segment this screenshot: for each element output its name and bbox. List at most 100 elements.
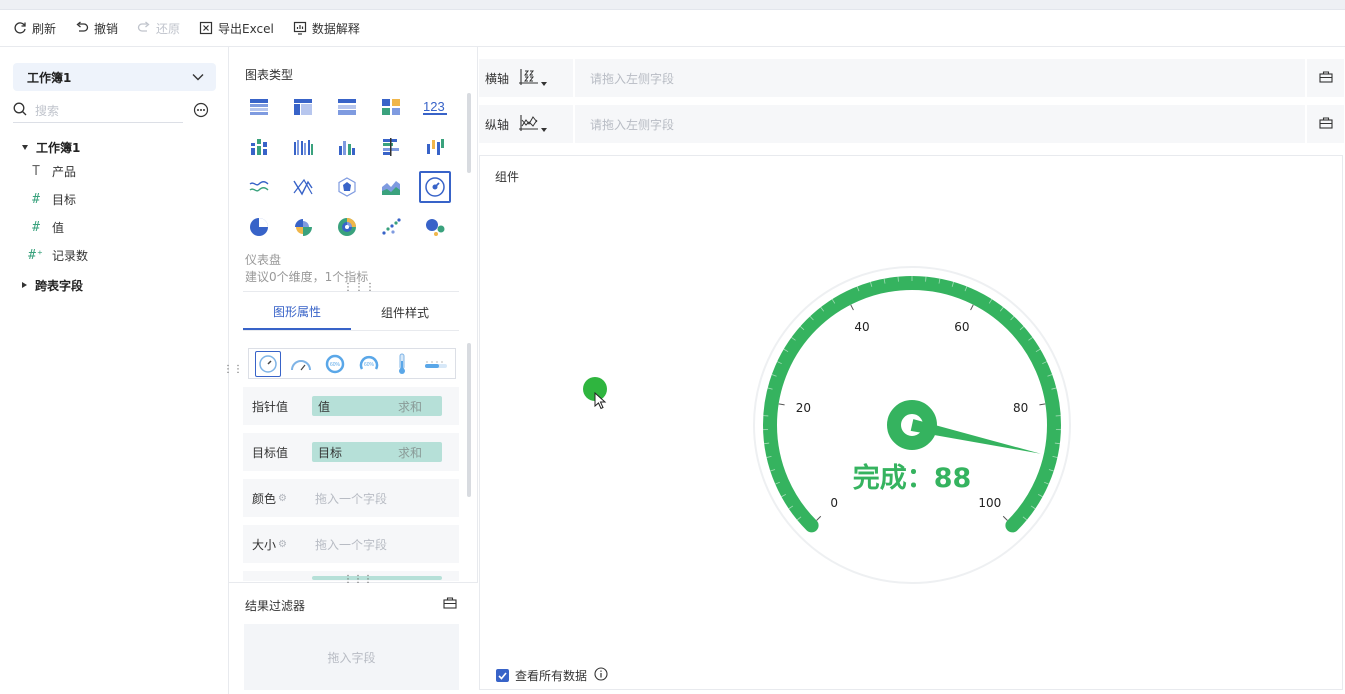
filter-drop-zone[interactable]: 拖入字段	[244, 624, 459, 690]
svg-text:123: 123	[423, 99, 445, 114]
window-top-strip	[0, 0, 1345, 10]
gauge-tick-label: 40	[854, 320, 869, 334]
color-slot[interactable]: 颜色 ⚙ 拖入一个字段	[243, 479, 459, 517]
tab-graphic-properties[interactable]: 图形属性	[243, 295, 351, 330]
chart-type-horizontal-bar-icon[interactable]	[375, 131, 407, 163]
info-icon[interactable]	[594, 667, 608, 684]
pointer-value-field-pill[interactable]: 值 求和	[312, 396, 442, 416]
size-slot[interactable]: 大小 ⚙ 拖入一个字段	[243, 525, 459, 563]
gauge-style-3-icon[interactable]: 60%	[322, 351, 348, 377]
chart-type-scrollbar[interactable]	[467, 93, 471, 173]
property-scrollbar[interactable]	[467, 343, 471, 497]
y-axis-icon[interactable]	[519, 114, 539, 135]
search-icon	[13, 102, 27, 119]
target-value-label: 目标值	[252, 445, 289, 460]
chart-type-cross-table-icon[interactable]	[287, 91, 319, 123]
chart-type-bubble-icon[interactable]	[419, 211, 451, 243]
x-axis-toolbox-button[interactable]	[1307, 59, 1344, 97]
field-item[interactable]: T 产品	[22, 157, 222, 185]
section-divider	[243, 291, 459, 292]
settings-gear-icon[interactable]: ⚙	[278, 539, 287, 550]
redo-button[interactable]: 还原	[136, 20, 180, 37]
x-axis-icon[interactable]	[519, 68, 539, 89]
gauge-style-1-icon[interactable]	[254, 350, 281, 377]
chart-type-scatter-icon[interactable]	[375, 211, 407, 243]
chart-type-stacked-bar-icon[interactable]	[243, 131, 275, 163]
chart-type-radar-icon[interactable]	[331, 171, 363, 203]
field-item[interactable]: # 值	[22, 213, 222, 241]
mouse-cursor-icon	[594, 392, 607, 410]
export-label: 导出Excel	[218, 21, 274, 36]
thermometer-style-icon[interactable]	[389, 351, 415, 377]
refresh-button[interactable]: 刷新	[12, 20, 56, 37]
slot-style-icon[interactable]	[423, 351, 449, 377]
x-axis-caret-icon[interactable]	[541, 82, 548, 86]
y-axis-caret-icon[interactable]	[541, 128, 548, 132]
x-axis-drop-zone[interactable]: 请拖入左侧字段	[575, 59, 1305, 97]
field-name: 产品	[52, 164, 77, 179]
component-canvas[interactable]: 组件 0 20 40 60 80 100 完成：88 查看所有数据	[479, 155, 1343, 690]
chart-type-area-icon[interactable]	[375, 171, 407, 203]
left-resize-handle[interactable]: ⋮⋮	[223, 365, 243, 375]
target-field-agg: 求和	[397, 445, 422, 460]
gauge-tick-label: 20	[796, 401, 811, 415]
y-axis-drop-zone[interactable]: 请拖入左侧字段	[575, 105, 1305, 143]
pointer-value-slot[interactable]: 指针值 值 求和	[243, 387, 459, 425]
chart-type-detail-table-icon[interactable]	[331, 91, 363, 123]
chart-type-wave-line-icon[interactable]	[243, 171, 275, 203]
chart-type-kpi-card-icon[interactable]	[375, 91, 407, 123]
workbook-select[interactable]: 工作簿1	[13, 63, 216, 91]
settings-gear-icon[interactable]: ⚙	[278, 493, 287, 504]
chart-type-grouped-bar-icon[interactable]	[287, 131, 319, 163]
filter-resize-handle[interactable]: ⋮⋮⋮	[343, 575, 373, 585]
toolbox-icon[interactable]	[443, 597, 457, 612]
color-label: 颜色	[252, 491, 277, 506]
target-value-field-pill[interactable]: 目标 求和	[312, 442, 442, 462]
y-axis-toolbox-button[interactable]	[1307, 105, 1344, 143]
field-item[interactable]: # 目标	[22, 185, 222, 213]
chevron-down-icon	[192, 70, 204, 84]
number-type-icon: #	[32, 191, 40, 207]
tree-cross-table[interactable]: 跨表字段	[22, 275, 222, 295]
export-excel-button[interactable]: 导出Excel	[198, 20, 274, 37]
x-axis-row: 横轴 请拖入左侧字段	[479, 59, 1344, 97]
field-item[interactable]: #⁺ 记录数	[22, 241, 222, 269]
gauge-tick-label: 0	[830, 496, 838, 510]
data-explain-button[interactable]: 数据解释	[292, 20, 360, 37]
show-all-data-toggle[interactable]: 查看所有数据	[496, 667, 608, 684]
search-input[interactable]: 搜索	[13, 99, 183, 123]
pointer-field-name: 值	[318, 399, 331, 414]
cross-table-label: 跨表字段	[35, 278, 84, 293]
chart-type-gauge-icon[interactable]	[419, 171, 451, 203]
x-axis-label-cell: 横轴	[479, 59, 573, 97]
undo-button[interactable]: 撤销	[74, 20, 118, 37]
y-axis-label: 纵轴	[485, 117, 510, 132]
chart-type-table-icon[interactable]	[243, 91, 275, 123]
count-type-icon: #⁺	[28, 247, 44, 263]
tree-root-workbook[interactable]: 工作簿1	[22, 137, 222, 157]
chart-type-multi-pie-icon[interactable]	[331, 211, 363, 243]
gauge-chart[interactable]: 0 20 40 60 80 100 完成：88	[752, 265, 1072, 585]
chart-type-bar-icon[interactable]	[331, 131, 363, 163]
gauge-style-2-icon[interactable]	[288, 351, 314, 377]
undo-icon	[74, 20, 90, 36]
target-field-name: 目标	[318, 445, 343, 460]
size-drop-placeholder: 拖入一个字段	[315, 537, 388, 552]
color-drop-placeholder: 拖入一个字段	[315, 491, 388, 506]
target-value-slot[interactable]: 目标值 目标 求和	[243, 433, 459, 471]
field-panel: 工作簿1 搜索 工作簿1 T 产品 # 目标 # 值 #⁺ 记录数 跨表字段	[0, 47, 229, 694]
chart-type-pie-icon[interactable]	[243, 211, 275, 243]
gauge-tick-label: 80	[1013, 401, 1028, 415]
excel-icon	[198, 20, 214, 36]
chart-type-rose-pie-icon[interactable]	[287, 211, 319, 243]
chart-type-number-icon[interactable]: 123	[419, 91, 451, 123]
gauge-style-4-icon[interactable]: 60%	[356, 351, 382, 377]
pointer-field-agg: 求和	[397, 399, 422, 414]
field-name: 记录数	[52, 248, 89, 263]
checkbox-checked-icon[interactable]	[496, 669, 509, 682]
tree-root-label: 工作簿1	[36, 140, 81, 155]
chart-type-crossing-lines-icon[interactable]	[287, 171, 319, 203]
chart-type-range-bar-icon[interactable]	[419, 131, 451, 163]
more-options-icon[interactable]	[193, 102, 209, 121]
tab-component-style[interactable]: 组件样式	[351, 295, 459, 330]
